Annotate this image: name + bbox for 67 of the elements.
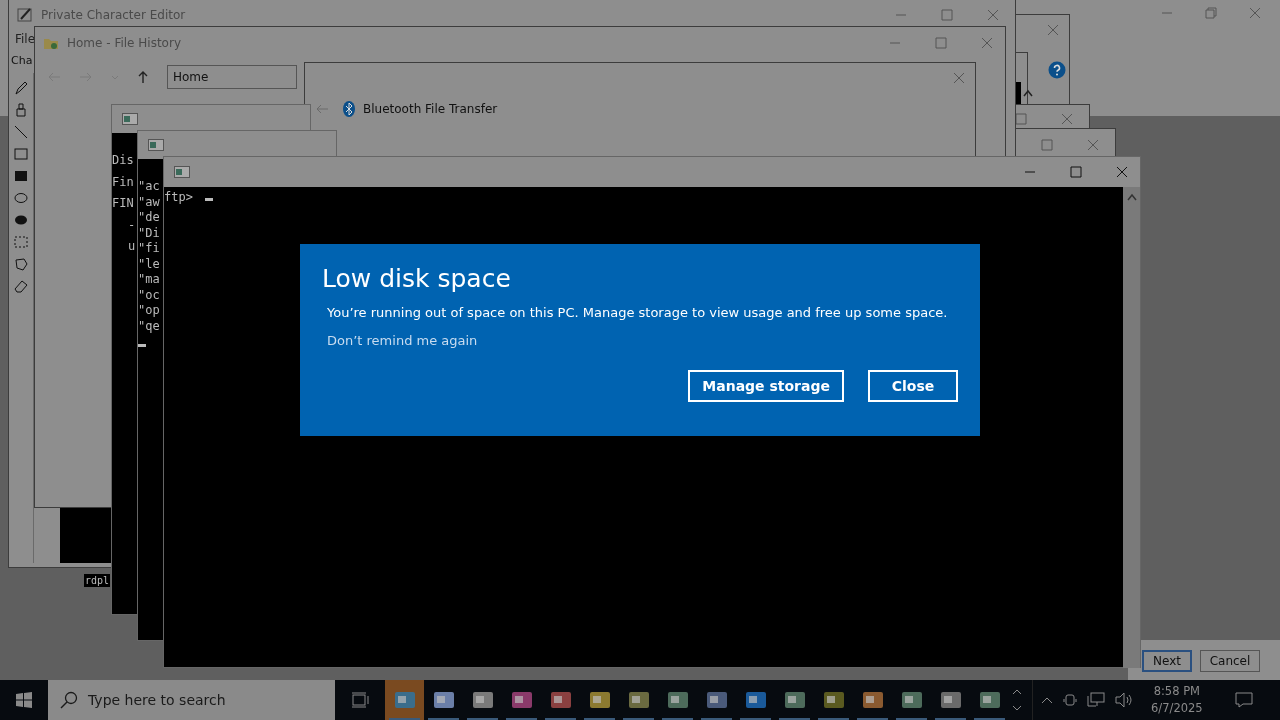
console-text: Fin bbox=[112, 174, 134, 190]
network-icon[interactable] bbox=[1087, 692, 1105, 708]
scroll-up-icon[interactable] bbox=[1126, 193, 1137, 201]
dialog-message: You’re running out of space on this PC. Manage storage to view usage and free up some space. bbox=[327, 305, 949, 320]
console-text: "fi bbox=[138, 241, 160, 257]
clock-time[interactable]: 8:58 PM bbox=[1153, 683, 1200, 700]
device-icon[interactable] bbox=[1063, 692, 1077, 708]
console-text: "de bbox=[138, 210, 160, 226]
up-arrow-icon[interactable] bbox=[137, 70, 149, 84]
pen-icon bbox=[17, 7, 33, 23]
console-text: "oc bbox=[138, 287, 160, 303]
console-text: - bbox=[127, 217, 136, 233]
console-text: rdpl bbox=[84, 574, 111, 587]
rectangle-icon[interactable] bbox=[14, 147, 28, 161]
windows-start-icon[interactable] bbox=[16, 692, 32, 708]
wizard-button[interactable]: Cancel bbox=[1200, 650, 1260, 672]
address-field[interactable]: Home bbox=[167, 65, 297, 89]
notification-icon[interactable] bbox=[1234, 692, 1253, 708]
scroll-up-icon[interactable] bbox=[1023, 89, 1033, 97]
line-icon[interactable] bbox=[14, 125, 28, 139]
console-text: FIN bbox=[112, 196, 134, 212]
eraser-icon[interactable] bbox=[14, 279, 28, 293]
console-icon bbox=[148, 139, 164, 151]
window-title: Private Character Editor bbox=[41, 8, 186, 22]
filled-rectangle-icon[interactable] bbox=[14, 169, 28, 183]
console-text: "Di bbox=[138, 225, 160, 241]
chevron-up-icon[interactable] bbox=[1041, 696, 1053, 704]
bluetooth-icon bbox=[343, 101, 355, 117]
clock-date[interactable]: 6/7/2025 bbox=[1151, 700, 1203, 717]
cursor bbox=[204, 198, 213, 201]
console-icon bbox=[174, 166, 190, 178]
dialog-title: Low disk space bbox=[322, 264, 512, 293]
maximize-icon[interactable] bbox=[1015, 113, 1027, 125]
console-text: "ma bbox=[138, 272, 160, 288]
wizard-button[interactable]: Next bbox=[1142, 650, 1192, 672]
window-title: Home - File History bbox=[67, 36, 181, 50]
dialog-button[interactable]: Manage storage bbox=[688, 370, 844, 402]
taskbar-scroll-icon[interactable] bbox=[1012, 687, 1022, 713]
console-text: "le bbox=[138, 256, 160, 272]
pencil-icon[interactable] bbox=[14, 81, 28, 95]
freeform-selection-icon[interactable] bbox=[14, 257, 28, 271]
brush-icon[interactable] bbox=[14, 103, 28, 117]
task-view-icon[interactable] bbox=[351, 692, 369, 708]
console-text: "aw bbox=[138, 194, 160, 210]
filled-ellipse-icon[interactable] bbox=[14, 213, 28, 227]
console-prompt: ftp> bbox=[164, 190, 193, 206]
search-field[interactable]: Type here to search bbox=[48, 680, 335, 720]
console-text: "qe bbox=[138, 318, 160, 334]
maximize-icon[interactable] bbox=[1070, 166, 1082, 178]
close-icon[interactable] bbox=[1116, 166, 1128, 178]
help-icon[interactable] bbox=[1048, 61, 1066, 79]
cursor bbox=[138, 344, 146, 347]
console-text: "ac bbox=[138, 179, 160, 195]
console-text: u bbox=[127, 239, 136, 255]
window-title: Bluetooth File Transfer bbox=[363, 102, 498, 116]
console-icon bbox=[122, 113, 138, 125]
dont-remind-link[interactable]: Don’t remind me again bbox=[327, 333, 478, 348]
toolbar-label: Cha bbox=[11, 54, 33, 67]
scrollbar[interactable] bbox=[1123, 187, 1140, 668]
selection-icon[interactable] bbox=[14, 235, 28, 249]
dialog-button[interactable]: Close bbox=[868, 370, 958, 402]
search-icon bbox=[60, 691, 78, 709]
menu-item[interactable]: File bbox=[15, 32, 36, 46]
ellipse-icon[interactable] bbox=[14, 191, 28, 205]
volume-icon[interactable] bbox=[1115, 692, 1133, 708]
console-text: Dis bbox=[112, 153, 134, 169]
console-text: "op bbox=[138, 303, 160, 319]
